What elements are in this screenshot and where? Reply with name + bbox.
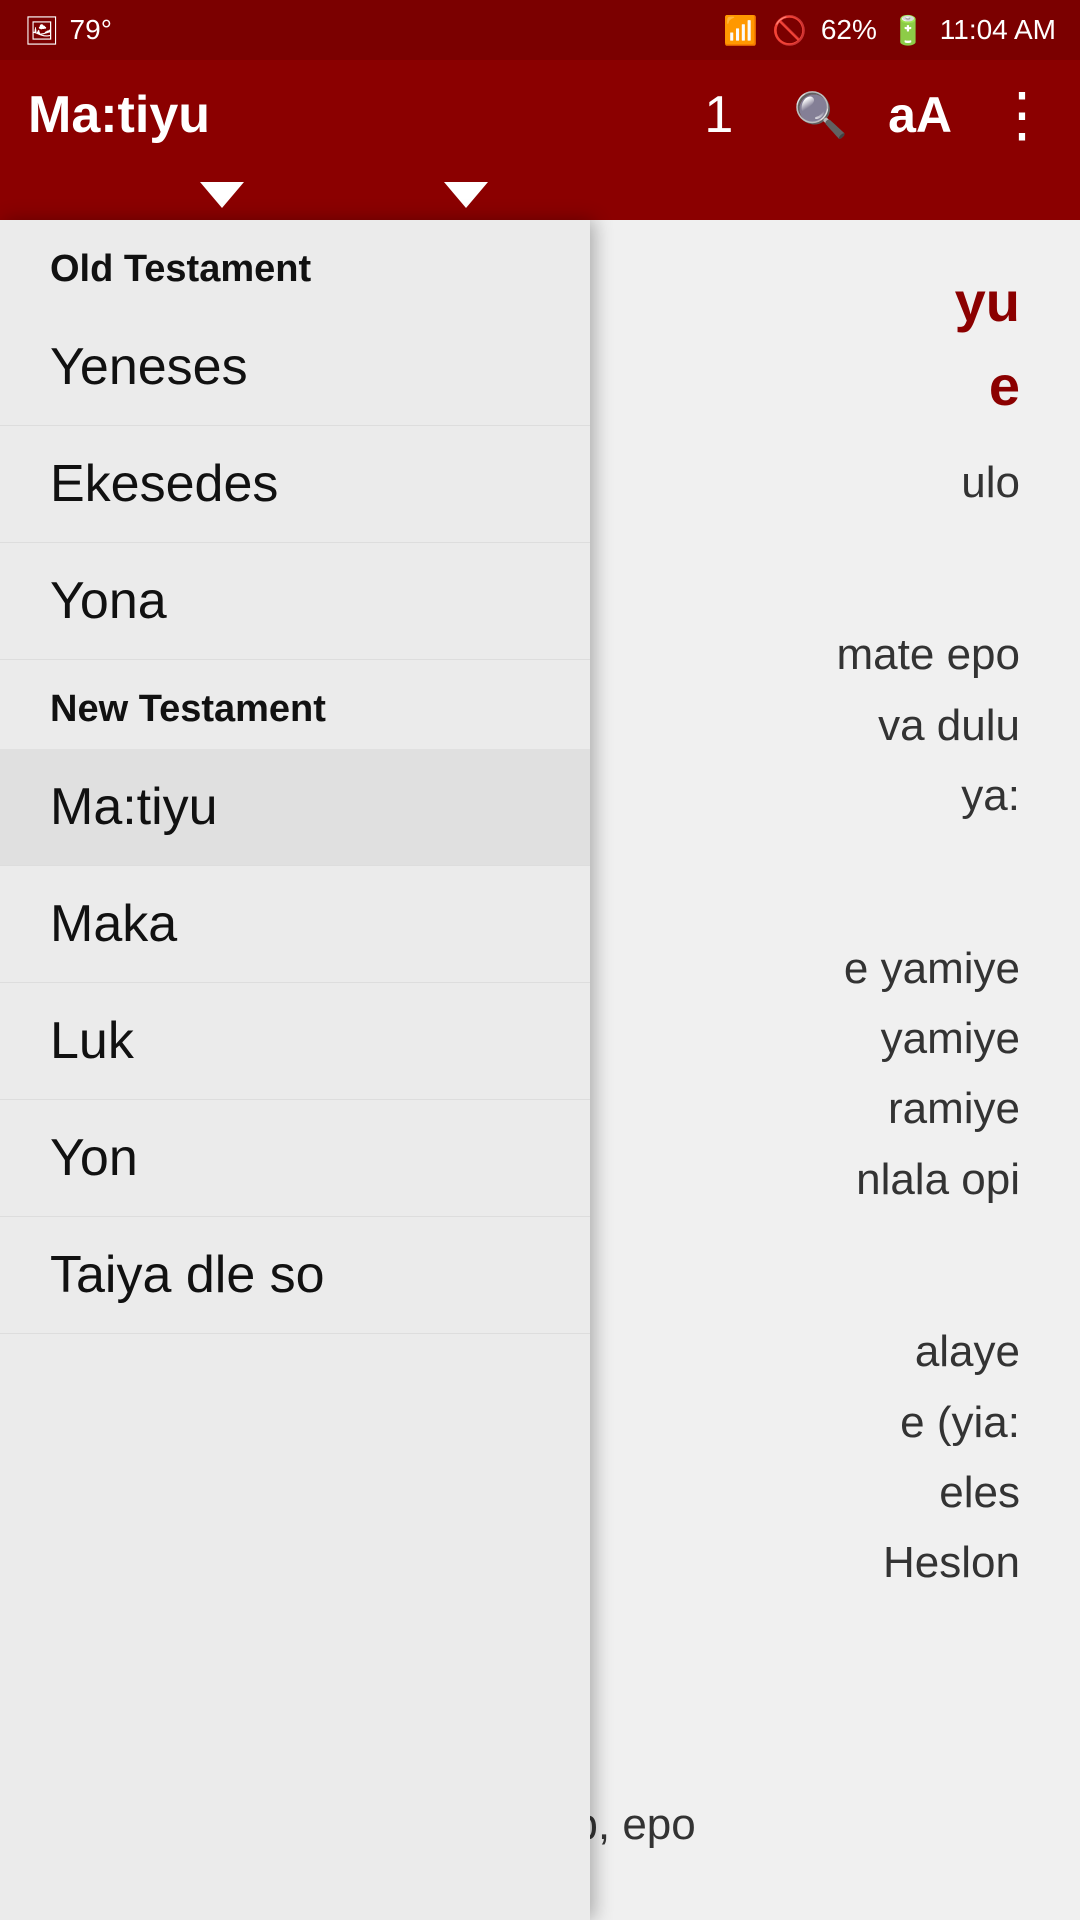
book-item-yon[interactable]: Yon: [0, 1100, 590, 1217]
book-dropdown: Old Testament Yeneses Ekesedes Yona New …: [0, 220, 590, 1920]
book-item-matiyu[interactable]: Ma:tiyu: [0, 749, 590, 866]
battery-icon: 🔋: [891, 14, 926, 47]
status-right: 📶 🚫 62% 🔋 11:04 AM: [723, 14, 1056, 47]
book-item-yeneses[interactable]: Yeneses: [0, 309, 590, 426]
new-testament-header: New Testament: [0, 660, 590, 749]
old-testament-header: Old Testament: [0, 220, 590, 309]
book-item-taiya-dle-so[interactable]: Taiya dle so: [0, 1217, 590, 1334]
triangle-right: [444, 182, 488, 208]
triangle-left: [200, 182, 244, 208]
book-item-luk[interactable]: Luk: [0, 983, 590, 1100]
book-item-ekesedes[interactable]: Ekesedes: [0, 426, 590, 543]
book-item-yona[interactable]: Yona: [0, 543, 590, 660]
no-sim-icon: 🚫: [772, 14, 807, 47]
triangle-row: [0, 170, 1080, 220]
verse-text-3: e yamiyeyamiyeramiyenlala opi: [570, 934, 1020, 1216]
status-left: 🖼 79°: [24, 14, 112, 47]
app-toolbar: Ma:tiyu 1 🔍 aA ⋮: [0, 60, 1080, 170]
toolbar-title[interactable]: Ma:tiyu: [28, 85, 704, 145]
search-icon[interactable]: 🔍: [793, 89, 848, 141]
toolbar-icons: 🔍 aA ⋮: [793, 80, 1052, 150]
more-options-icon[interactable]: ⋮: [992, 80, 1052, 150]
status-bar: 🖼 79° 📶 🚫 62% 🔋 11:04 AM: [0, 0, 1080, 60]
image-icon: 🖼: [24, 14, 60, 47]
font-size-icon[interactable]: aA: [888, 86, 952, 144]
time: 11:04 AM: [940, 14, 1056, 46]
wifi-icon: 📶: [723, 14, 758, 47]
verse-text-1: ulo: [640, 448, 1020, 518]
verse-text-2: mate epova duluya:: [600, 620, 1020, 831]
temperature: 79°: [70, 14, 112, 46]
verse-text-4: alayee (yia:elesHeslon: [600, 1317, 1020, 1599]
toolbar-chapter[interactable]: 1: [704, 85, 733, 145]
battery-level: 62%: [821, 14, 877, 46]
book-item-maka[interactable]: Maka: [0, 866, 590, 983]
